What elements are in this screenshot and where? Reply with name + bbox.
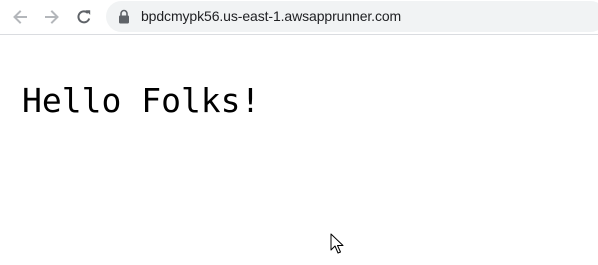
forward-button[interactable] — [40, 5, 64, 29]
reload-icon — [77, 10, 91, 24]
page-heading: Hello Folks! — [22, 81, 261, 120]
arrow-left-icon — [13, 10, 27, 24]
back-button[interactable] — [8, 5, 32, 29]
reload-button[interactable] — [72, 5, 96, 29]
lock-icon[interactable] — [117, 9, 131, 24]
mouse-pointer-icon — [330, 233, 344, 254]
browser-toolbar: bpdcmypk56.us-east-1.awsapprunner.com — [0, 0, 598, 35]
arrow-right-icon — [45, 10, 59, 24]
url-text[interactable]: bpdcmypk56.us-east-1.awsapprunner.com — [141, 8, 401, 25]
page-content: Hello Folks! — [0, 36, 598, 265]
address-bar[interactable]: bpdcmypk56.us-east-1.awsapprunner.com — [106, 1, 598, 32]
